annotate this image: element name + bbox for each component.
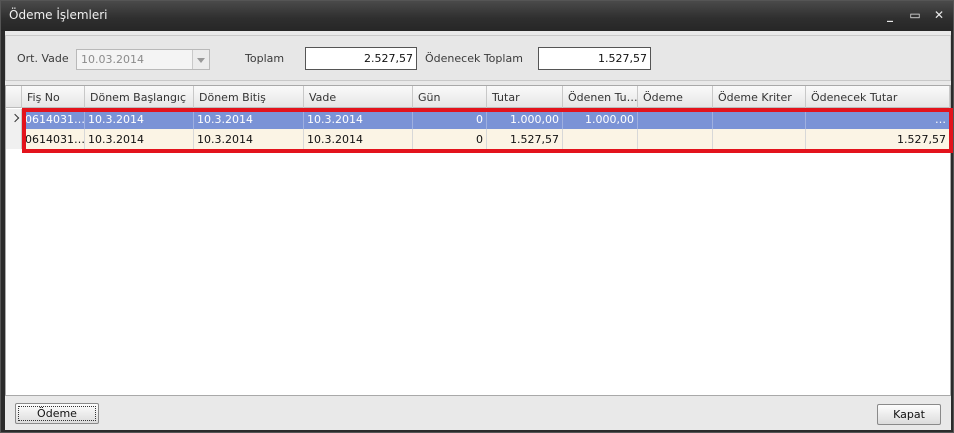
avg-due-label: Ort. Vade xyxy=(17,52,69,65)
col-header-payment[interactable]: Ödeme xyxy=(638,86,713,108)
col-header-period-start[interactable]: Dönem Başlangıç xyxy=(85,86,194,108)
col-header-due[interactable]: Vade xyxy=(304,86,413,108)
col-header-payable-amount[interactable]: Ödenecek Tutar xyxy=(806,86,950,108)
cell-paid-amount[interactable] xyxy=(563,129,638,149)
summary-panel: Ort. Vade 10.03.2014 Toplam 2.527,57 Öde… xyxy=(5,35,951,81)
minimize-icon[interactable]: _ xyxy=(880,6,900,24)
avg-due-combobox[interactable]: 10.03.2014 xyxy=(76,49,210,70)
table-row[interactable]: 0614031… 10.3.2014 10.3.2014 10.3.2014 0… xyxy=(6,129,950,149)
payable-total-label: Ödenecek Toplam xyxy=(425,52,523,65)
cell-period-end[interactable]: 10.3.2014 xyxy=(194,129,304,149)
payment-grid: Fiş No Dönem Başlangıç Dönem Bitiş Vade … xyxy=(5,85,953,396)
current-row-arrow-icon xyxy=(10,113,20,123)
cell-period-start[interactable]: 10.3.2014 xyxy=(85,109,194,129)
payable-total-field[interactable]: 1.527,57 xyxy=(538,47,651,70)
cell-paid-amount[interactable]: 1.000,00 xyxy=(563,109,638,129)
cell-days[interactable]: 0 xyxy=(413,109,487,129)
cell-days[interactable]: 0 xyxy=(413,129,487,149)
cell-period-end[interactable]: 10.3.2014 xyxy=(194,109,304,129)
row-indicator-header xyxy=(6,86,22,108)
button-bar: Ödeme Kapat xyxy=(5,396,951,430)
col-header-paid-amount[interactable]: Ödenen Tu… xyxy=(563,86,638,108)
cell-payment-criteria[interactable] xyxy=(713,129,806,149)
col-header-fis-no[interactable]: Fiş No xyxy=(22,86,85,108)
window-title: Ödeme İşlemleri xyxy=(9,8,108,22)
ellipsis-button[interactable]: … xyxy=(806,109,950,129)
cell-amount[interactable]: 1.527,57 xyxy=(487,129,563,149)
chevron-down-icon[interactable] xyxy=(192,50,209,69)
col-header-payment-criteria[interactable]: Ödeme Kriter xyxy=(713,86,806,108)
cell-due[interactable]: 10.3.2014 xyxy=(304,129,413,149)
avg-due-value: 10.03.2014 xyxy=(81,53,144,66)
client-area: Ort. Vade 10.03.2014 Toplam 2.527,57 Öde… xyxy=(5,31,953,430)
cell-fis-no[interactable]: 0614031… xyxy=(22,129,85,149)
pay-button[interactable]: Ödeme xyxy=(15,403,99,424)
cell-period-start[interactable]: 10.3.2014 xyxy=(85,129,194,149)
payment-window: Ödeme İşlemleri _ ▭ ✕ Ort. Vade 10.03.20… xyxy=(0,0,954,433)
row-indicator xyxy=(6,129,22,149)
cell-due[interactable]: 10.3.2014 xyxy=(304,109,413,129)
col-header-amount[interactable]: Tutar xyxy=(487,86,563,108)
cell-fis-no[interactable]: 0614031… xyxy=(22,109,85,129)
col-header-period-end[interactable]: Dönem Bitiş xyxy=(194,86,304,108)
cell-payment-criteria[interactable] xyxy=(713,109,806,129)
maximize-icon[interactable]: ▭ xyxy=(905,6,925,24)
col-header-days[interactable]: Gün xyxy=(413,86,487,108)
grid-header: Fiş No Dönem Başlangıç Dönem Bitiş Vade … xyxy=(6,86,950,108)
cell-payment[interactable] xyxy=(638,109,713,129)
row-indicator xyxy=(6,109,22,129)
title-bar: Ödeme İşlemleri _ ▭ ✕ xyxy=(1,1,953,31)
total-field[interactable]: 2.527,57 xyxy=(305,47,417,70)
table-row[interactable]: 0614031… 10.3.2014 10.3.2014 10.3.2014 0… xyxy=(6,109,950,129)
cell-payable-amount[interactable]: 1.527,57 xyxy=(806,129,950,149)
total-label: Toplam xyxy=(245,52,285,65)
cell-amount[interactable]: 1.000,00 xyxy=(487,109,563,129)
close-icon[interactable]: ✕ xyxy=(929,6,949,24)
cell-payment[interactable] xyxy=(638,129,713,149)
close-button[interactable]: Kapat xyxy=(877,404,941,425)
